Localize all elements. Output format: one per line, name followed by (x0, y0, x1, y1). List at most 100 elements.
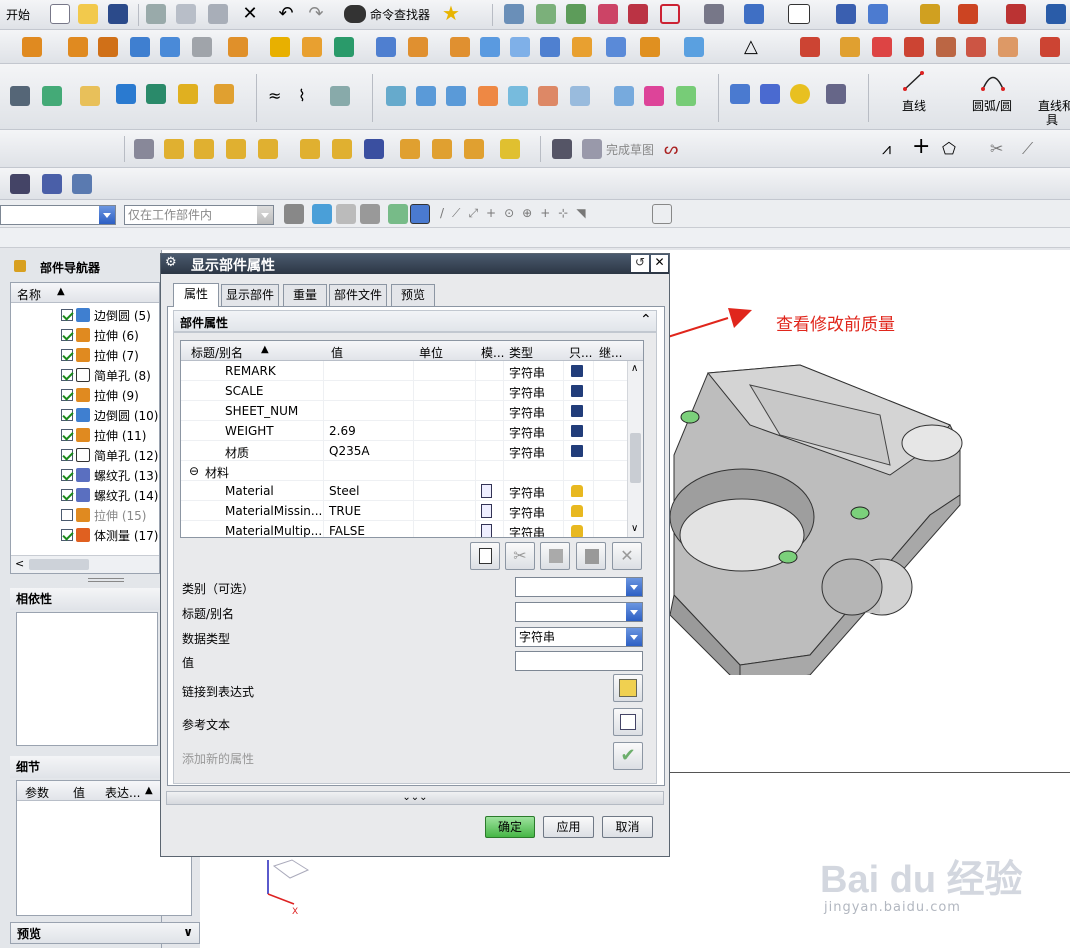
value-input[interactable] (515, 651, 643, 671)
attribute-row[interactable]: MaterialMissin... TRUE 字符串 (181, 501, 627, 521)
sketch-11-icon[interactable] (464, 139, 484, 159)
visibility-checkbox[interactable] (61, 389, 73, 401)
cut-icon[interactable] (146, 4, 166, 24)
chamfer-icon[interactable] (540, 37, 560, 57)
tree-item[interactable]: 边倒圆 (10) (61, 405, 158, 425)
visibility-checkbox[interactable] (61, 489, 73, 501)
dependencies-list[interactable] (16, 612, 158, 746)
copy-icon[interactable] (176, 4, 196, 24)
surface-icon[interactable] (510, 37, 530, 57)
sweep-icon[interactable] (480, 37, 500, 57)
hammer-icon[interactable] (146, 84, 166, 104)
cylinder-icon[interactable] (160, 37, 180, 57)
filter-4-icon[interactable] (360, 204, 380, 224)
fit-icon[interactable] (628, 4, 648, 24)
datum-icon[interactable] (334, 37, 354, 57)
tree-item[interactable]: 边倒圆 (5) (61, 305, 151, 325)
reset-icon[interactable]: ↺ (631, 255, 649, 272)
tree-item[interactable]: 拉伸 (9) (61, 385, 139, 405)
cancel-button[interactable]: 取消 (602, 816, 653, 838)
datatype-combo[interactable]: 字符串 (515, 627, 643, 647)
mesh-10-icon[interactable] (676, 86, 696, 106)
visibility-checkbox[interactable] (61, 349, 73, 361)
extend-sketch-icon[interactable]: ⟋ (1022, 139, 1042, 159)
link-expression-button[interactable] (613, 674, 643, 702)
boss-icon[interactable] (302, 37, 322, 57)
mesh-8-icon[interactable] (614, 86, 634, 106)
line-icon[interactable] (902, 70, 926, 92)
tree-item[interactable]: 螺纹孔 (14) (61, 485, 158, 505)
preview-header[interactable]: 预览 ∨ (10, 922, 200, 944)
layer3-icon[interactable] (566, 4, 586, 24)
arc-icon[interactable] (980, 70, 1006, 92)
tab-preview[interactable]: 预览 (391, 284, 435, 306)
attribute-value[interactable]: Steel (329, 484, 359, 498)
paste-attribute-button[interactable] (576, 542, 606, 570)
sketch-9-icon[interactable] (400, 139, 420, 159)
sketch-10-icon[interactable] (432, 139, 452, 159)
face-4-icon[interactable] (904, 37, 924, 57)
open-folder-icon[interactable] (78, 4, 98, 24)
profile-icon[interactable]: ᔕ (664, 139, 684, 159)
splitter-grip[interactable] (88, 578, 124, 582)
scroll-thumb[interactable] (29, 559, 89, 570)
sketch-5-icon[interactable] (258, 139, 278, 159)
redo-icon[interactable]: ↷ (306, 4, 326, 24)
col-template[interactable]: 模... (481, 344, 504, 361)
visibility-checkbox[interactable] (61, 369, 73, 381)
sew-icon[interactable] (684, 37, 704, 57)
curve-3-icon[interactable] (330, 86, 350, 106)
spring-icon[interactable] (760, 84, 780, 104)
flip-icon[interactable] (178, 84, 198, 104)
visibility-checkbox[interactable] (61, 409, 73, 421)
tab-displayed-part[interactable]: 显示部件 (221, 284, 279, 306)
face-2-icon[interactable] (840, 37, 860, 57)
render-icon[interactable] (704, 4, 724, 24)
tree-item[interactable]: 简单孔 (8) (61, 365, 151, 385)
expand-bar[interactable]: ⌄⌄⌄ (166, 791, 664, 805)
dependencies-header[interactable]: 相依性 (10, 588, 160, 610)
reference-text-button[interactable] (613, 708, 643, 736)
sketch-3-icon[interactable] (194, 139, 214, 159)
tree-item[interactable]: 体测量 (17) (61, 525, 158, 545)
pattern-icon[interactable] (228, 37, 248, 57)
grid-icon[interactable] (652, 204, 672, 224)
sketch-2-icon[interactable] (164, 139, 184, 159)
cube-icon[interactable] (744, 4, 764, 24)
zoom-icon[interactable] (660, 4, 680, 24)
mesh-3-icon[interactable] (446, 86, 466, 106)
close-icon[interactable]: ✕ (651, 255, 668, 272)
cut-attribute-button[interactable]: ✂ (505, 542, 535, 570)
polyline-icon[interactable]: ⩘ (882, 139, 902, 159)
scope-filter-combo[interactable]: 仅在工作部件内 (124, 205, 274, 225)
stack-icon[interactable] (10, 86, 30, 106)
tab-attributes[interactable]: 属性 (173, 283, 219, 307)
filter-1-icon[interactable] (284, 204, 304, 224)
command-finder[interactable]: 命令查找器 (370, 6, 430, 23)
add-attribute-button[interactable]: ✔ (613, 742, 643, 770)
scroll-down-icon[interactable]: ∨ (631, 523, 638, 534)
star-icon[interactable]: ★ (442, 3, 462, 23)
details-col-expr[interactable]: 表达... (105, 784, 140, 801)
col-unit[interactable]: 单位 (419, 344, 443, 361)
visibility-checkbox[interactable] (61, 529, 73, 541)
layer2-icon[interactable] (536, 4, 556, 24)
tree-item[interactable]: 拉伸 (6) (61, 325, 139, 345)
tree-header[interactable]: 名称 ▲ (11, 283, 159, 303)
analysis-icon[interactable] (920, 4, 940, 24)
tab-part-file[interactable]: 部件文件 (329, 284, 387, 306)
details-header[interactable]: 细节 (10, 756, 160, 778)
col-type[interactable]: 类型 (509, 344, 533, 361)
attribute-row[interactable]: WEIGHT 2.69 字符串 (181, 421, 627, 441)
binoculars-icon[interactable] (344, 5, 366, 23)
stack2-icon[interactable] (42, 86, 62, 106)
attribute-row[interactable]: MaterialMultip... FALSE 字符串 (181, 521, 627, 537)
sketch-6-icon[interactable] (300, 139, 320, 159)
grid-scroll-thumb[interactable] (630, 433, 641, 483)
wcs-icon[interactable] (836, 4, 856, 24)
new-attribute-button[interactable] (470, 542, 500, 570)
attribute-row[interactable]: SHEET_NUM 字符串 (181, 401, 627, 421)
tree-item[interactable]: 拉伸 (11) (61, 425, 146, 445)
assembly-1-icon[interactable] (10, 174, 30, 194)
point-icon[interactable]: + (912, 136, 932, 158)
